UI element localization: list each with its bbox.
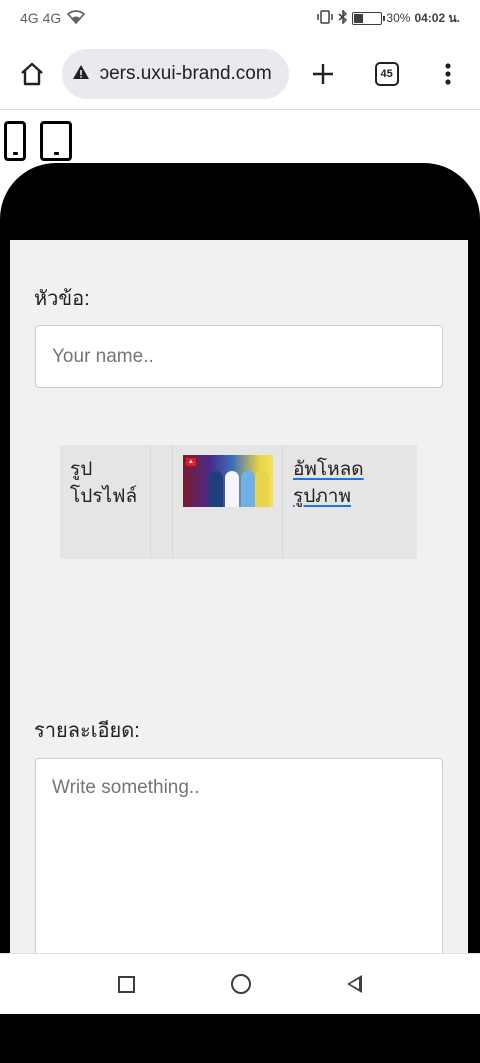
empty-cell <box>151 445 173 559</box>
details-placeholder: Write something.. <box>52 777 200 798</box>
thumbnail-figure <box>241 471 255 507</box>
profile-thumbnail[interactable]: ▲ <box>183 455 273 507</box>
name-input[interactable]: Your name.. <box>35 325 443 388</box>
tab-switcher-button[interactable]: 45 <box>367 54 407 94</box>
phone-icon[interactable] <box>4 121 26 161</box>
battery-percent: 30% <box>386 11 411 25</box>
details-label: รายละเอียด: <box>34 720 140 742</box>
recents-icon[interactable] <box>118 975 135 993</box>
url-text[interactable]: ɔers.uxui-brand.com <box>100 63 272 85</box>
warning-icon[interactable] <box>72 64 90 85</box>
thumbnail-figure <box>255 471 269 507</box>
address-bar[interactable]: ɔers.uxui-brand.com <box>61 49 290 99</box>
device-toggle <box>4 121 72 161</box>
thumbnail-figure <box>209 471 223 507</box>
clock: 04:02 น. <box>414 10 460 25</box>
status-left: 4G 4G <box>20 9 86 27</box>
upload-cell: อัพโหลดรูปภาพ <box>283 445 417 559</box>
battery-icon <box>352 11 386 25</box>
more-vert-icon[interactable] <box>428 54 468 94</box>
back-icon[interactable] <box>347 975 362 993</box>
wifi-icon <box>67 9 86 27</box>
tab-count[interactable]: 45 <box>374 62 399 86</box>
device-screen: หัวข้อ: Your name.. รูปโปรไฟล์ ▲ อัพโหลด… <box>10 240 468 960</box>
battery-fill <box>354 13 363 23</box>
status-bar: 4G 4G 30% 04:02 น. <box>0 0 480 36</box>
profile-label: รูปโปรไฟล์ <box>60 445 151 559</box>
system-nav-bar <box>0 953 480 1014</box>
profile-upload-row: รูปโปรไฟล์ ▲ อัพโหลดรูปภาพ <box>60 445 417 559</box>
plus-icon[interactable] <box>303 54 343 94</box>
home-nav-icon[interactable] <box>231 974 251 994</box>
name-placeholder: Your name.. <box>52 345 154 367</box>
details-textarea[interactable]: Write something.. <box>35 758 443 960</box>
browser-toolbar: ɔers.uxui-brand.com 45 <box>0 40 480 108</box>
network-indicator: 4G 4G <box>20 10 62 26</box>
bluetooth-icon <box>338 8 348 27</box>
title-label: หัวข้อ: <box>34 288 90 310</box>
status-right: 30% 04:02 น. <box>316 8 460 28</box>
tablet-icon[interactable] <box>40 121 72 161</box>
upload-image-link[interactable]: อัพโหลดรูปภาพ <box>293 459 364 507</box>
thumbnail-cell: ▲ <box>173 445 283 559</box>
toolbar-divider <box>0 109 480 110</box>
home-icon[interactable] <box>12 54 52 94</box>
thumbnail-figure <box>225 471 239 507</box>
vibrate-icon <box>316 9 334 27</box>
thumbnail-badge: ▲ <box>186 458 196 466</box>
